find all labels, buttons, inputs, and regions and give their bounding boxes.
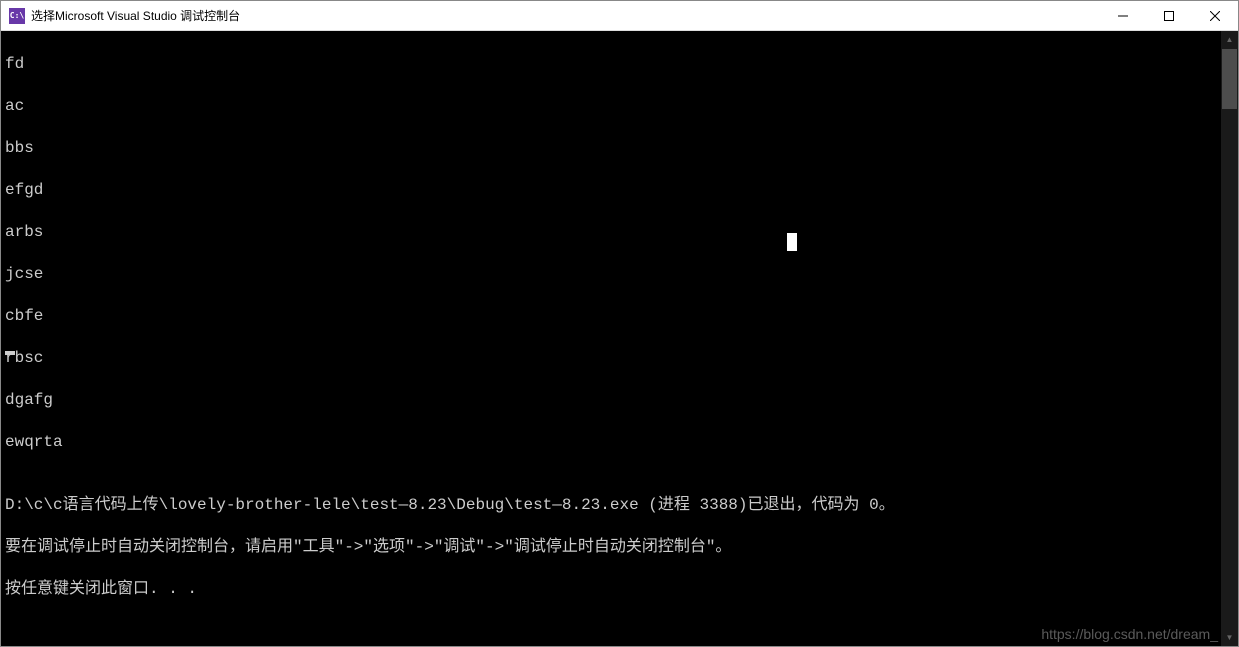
app-icon: C:\ bbox=[9, 8, 25, 24]
output-line: ewqrta bbox=[5, 432, 1217, 453]
output-line: bbs bbox=[5, 138, 1217, 159]
console-output[interactable]: fd ac bbs efgd arbs jcse cbfe rbsc dgafg… bbox=[1, 31, 1221, 646]
window-controls bbox=[1100, 1, 1238, 30]
close-button[interactable] bbox=[1192, 1, 1238, 30]
maximize-button[interactable] bbox=[1146, 1, 1192, 30]
scroll-up-icon[interactable]: ▲ bbox=[1221, 31, 1238, 48]
hint-message: 要在调试停止时自动关闭控制台，请启用"工具"->"选项"->"调试"->"调试停… bbox=[5, 537, 1217, 558]
output-line: arbs bbox=[5, 222, 1217, 243]
selection-cursor bbox=[787, 233, 797, 251]
scroll-thumb[interactable] bbox=[1222, 49, 1237, 109]
console-area[interactable]: fd ac bbs efgd arbs jcse cbfe rbsc dgafg… bbox=[1, 31, 1238, 646]
output-line: rbsc bbox=[5, 348, 1217, 369]
title-bar[interactable]: C:\ 选择Microsoft Visual Studio 调试控制台 bbox=[1, 1, 1238, 31]
console-window: C:\ 选择Microsoft Visual Studio 调试控制台 fd a… bbox=[0, 0, 1239, 647]
output-line: jcse bbox=[5, 264, 1217, 285]
prompt-message: 按任意键关闭此窗口. . . bbox=[5, 579, 1217, 600]
output-line: cbfe bbox=[5, 306, 1217, 327]
window-title: 选择Microsoft Visual Studio 调试控制台 bbox=[31, 7, 1100, 24]
vertical-scrollbar[interactable]: ▲ ▼ bbox=[1221, 31, 1238, 646]
minimize-button[interactable] bbox=[1100, 1, 1146, 30]
scroll-down-icon[interactable]: ▼ bbox=[1221, 629, 1238, 646]
output-line: ac bbox=[5, 96, 1217, 117]
text-cursor bbox=[5, 351, 15, 355]
output-line: fd bbox=[5, 54, 1217, 75]
output-line: efgd bbox=[5, 180, 1217, 201]
exit-message: D:\c\c语言代码上传\lovely-brother-lele\test—8.… bbox=[5, 495, 1217, 516]
output-line: dgafg bbox=[5, 390, 1217, 411]
